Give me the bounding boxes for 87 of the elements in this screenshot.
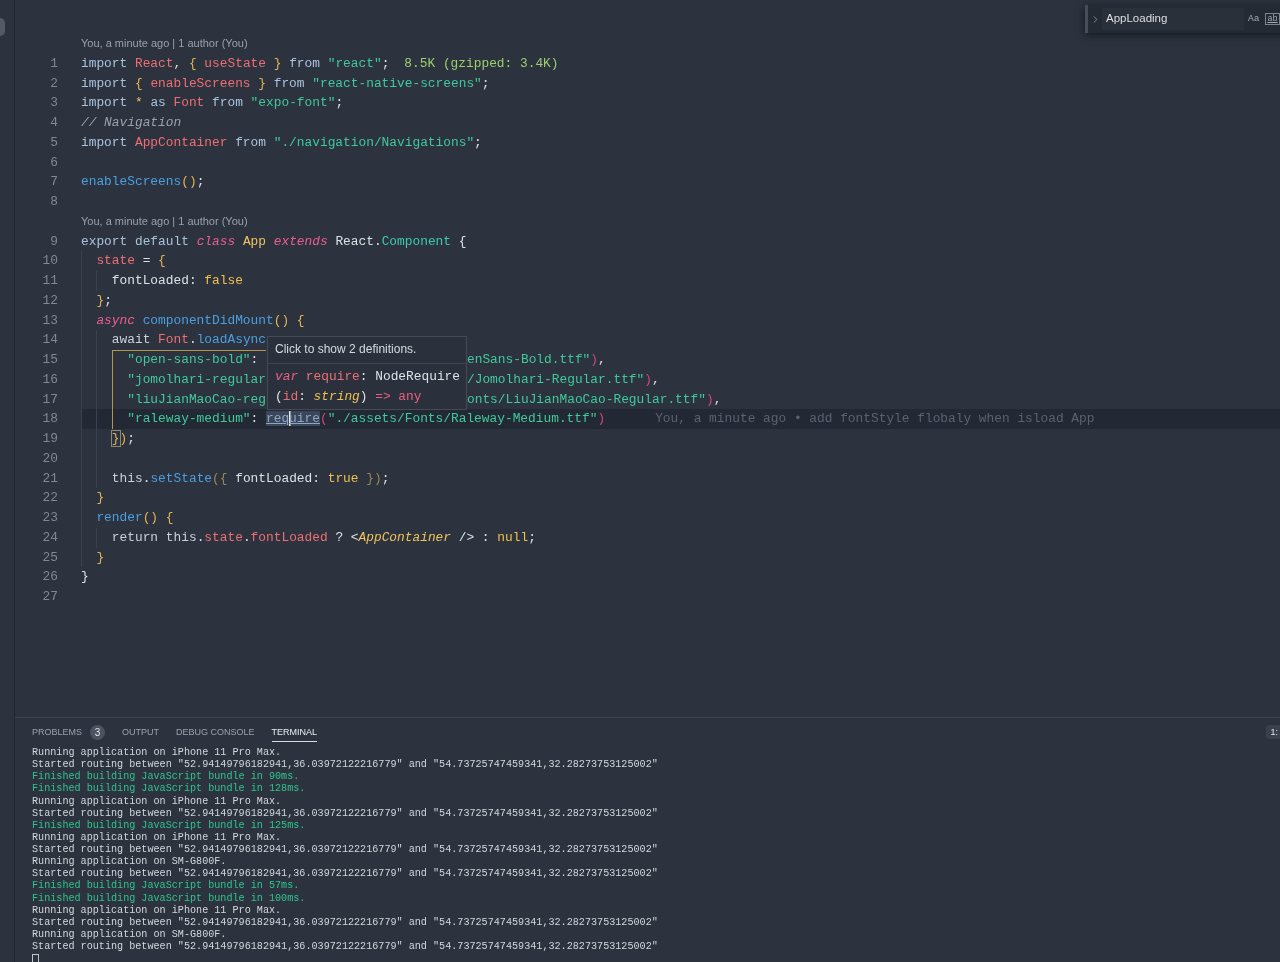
type-signature: (id: string) => any (275, 388, 422, 406)
line-number: 7 (49, 173, 58, 192)
line-number: 24 (41, 528, 58, 547)
code-line: fontLoaded: false (111, 272, 243, 290)
code-line: "liuJianMaoCao-reg (127, 390, 266, 409)
panel-tab[interactable]: OUTPUT (122, 722, 159, 742)
terminal-line: Finished building JavaScript bundle in 125ms. (32, 819, 306, 832)
terminal-line: Finished building JavaScript bundle in 57ms. (32, 880, 300, 893)
terminal-line: Started routing between "52.94149796182941,36.03972122216779" and "54.73725747459341,32.28273753125002" (32, 759, 658, 771)
code-line: enableScreens(); (81, 173, 205, 192)
line-number: 10 (41, 252, 58, 271)
code-line: return this.state.fontLoaded ? <AppContainer /> : null; (111, 528, 536, 547)
terminal-line: Started routing between "52.94149796182941,36.03972122216779" and "54.73725747459341,32.28273753125002" (32, 916, 658, 929)
line-number: 12 (41, 291, 58, 310)
terminal-line: Finished building JavaScript bundle in 128ms. (32, 783, 306, 796)
line-number: 19 (41, 430, 58, 448)
code-line: state = { (96, 252, 166, 271)
git-blame-annotation: You, a minute ago • add fontStyle flobaly when isload App (655, 410, 1095, 429)
line-number: 13 (41, 311, 58, 330)
codelens-author-info[interactable]: You, a minute ago | 1 author (You) (81, 211, 248, 232)
code-line: }); (111, 430, 135, 448)
line-number: 8 (49, 193, 58, 211)
match-case-toggle[interactable]: Aa (1248, 13, 1260, 25)
line-number: 22 (41, 489, 58, 508)
terminal-selector[interactable]: 1: (1266, 725, 1280, 739)
code-line: } (81, 568, 89, 587)
import-size-hint: 8.5K (gzipped: 3.4K) (404, 54, 559, 73)
line-number: 16 (41, 370, 58, 389)
code-line: "jomolhari-regular (127, 370, 266, 389)
panel-tab[interactable]: PROBLEMS 3 (32, 720, 105, 744)
hover-hint[interactable]: Click to show 2 definitions. (275, 340, 417, 360)
type-signature: var require: NodeRequire (275, 368, 460, 386)
terminal-line: Finished building JavaScript bundle in 100ms. (32, 892, 306, 905)
terminal-line: Started routing between "52.94149796182941,36.03972122216779" and "54.73725747459341,32.28273753125002" (32, 868, 658, 880)
code-line: "open-sans-bold": (127, 351, 259, 369)
code-line: enSans-Bold.ttf"), (467, 351, 606, 369)
find-input[interactable]: AppLoading (1102, 8, 1244, 30)
terminal-line: Started routing between "52.94149796182941,36.03972122216779" and "54.73725747459341,32.28273753125002" (32, 844, 658, 856)
whole-word-toggle[interactable]: ab (1265, 13, 1280, 25)
line-number: 23 (41, 509, 58, 527)
panel-tab[interactable]: DEBUG CONSOLE (176, 722, 255, 742)
problems-count-badge: 3 (90, 724, 105, 740)
terminal-line: Running application on iPhone 11 Pro Max. (32, 904, 282, 917)
code-line: } (96, 548, 105, 567)
scrollbar-thumb[interactable] (0, 18, 5, 36)
codelens-author-info[interactable]: You, a minute ago | 1 author (You) (81, 34, 248, 54)
line-number: 6 (49, 153, 58, 172)
code-line: import AppContainer from "./navigation/Navigations"; (81, 133, 482, 152)
code-line: async componentDidMount() { (96, 311, 305, 330)
line-number: 15 (41, 351, 58, 369)
line-number: 17 (41, 390, 58, 409)
line-number: 1 (49, 54, 58, 73)
line-number: 5 (49, 133, 58, 152)
line-number: 18 (41, 410, 58, 429)
terminal-line: Running application on SM-G800F. (32, 928, 227, 941)
code-line: } (96, 489, 105, 508)
code-line: /Jomolhari-Regular.ttf"), (467, 370, 660, 389)
terminal-line: Finished building JavaScript bundle in 90ms. (32, 771, 300, 783)
line-number: 14 (41, 331, 58, 350)
terminal-line: Started routing between "52.94149796182941,36.03972122216779" and "54.73725747459341,32.28273753125002" (32, 941, 658, 954)
code-line: await Font.loadAsync (111, 331, 266, 350)
code-line: import * as Font from "expo-font"; (81, 94, 344, 113)
line-number: 3 (49, 94, 58, 113)
code-line: import { enableScreens } from "react-native-screens"; (81, 74, 490, 93)
line-number: 20 (41, 449, 58, 468)
terminal-cursor (32, 954, 39, 962)
line-number: 11 (41, 272, 58, 290)
terminal-line: Started routing between "52.94149796182941,36.03972122216779" and "54.73725747459341,32.28273753125002" (32, 807, 658, 820)
line-number: 26 (41, 568, 58, 587)
code-line: // Navigation (81, 114, 182, 132)
terminal-line: Running application on iPhone 11 Pro Max. (32, 795, 282, 808)
code-line: onts/LiuJianMaoCao-Regular.ttf"), (467, 390, 722, 409)
line-number: 27 (41, 588, 58, 606)
terminal-line: Running application on SM-G800F. (32, 856, 227, 868)
code-line: render() { (96, 509, 174, 527)
code-line: }; (96, 291, 112, 310)
code-line: import React, { useState } from "react"; (81, 54, 390, 73)
panel-tab[interactable]: TERMINAL (271, 722, 318, 742)
line-number: 25 (41, 548, 58, 567)
terminal-line: Running application on iPhone 11 Pro Max. (32, 747, 282, 759)
code-line: this.setState({ fontLoaded: true }); (111, 469, 390, 488)
line-number: 21 (41, 469, 58, 488)
line-number: 4 (49, 114, 58, 132)
code-line: export default class App extends React.Component { (81, 232, 467, 251)
line-number: 2 (49, 74, 58, 93)
terminal-line: Running application on iPhone 11 Pro Max. (32, 831, 282, 844)
line-number: 9 (49, 232, 58, 251)
